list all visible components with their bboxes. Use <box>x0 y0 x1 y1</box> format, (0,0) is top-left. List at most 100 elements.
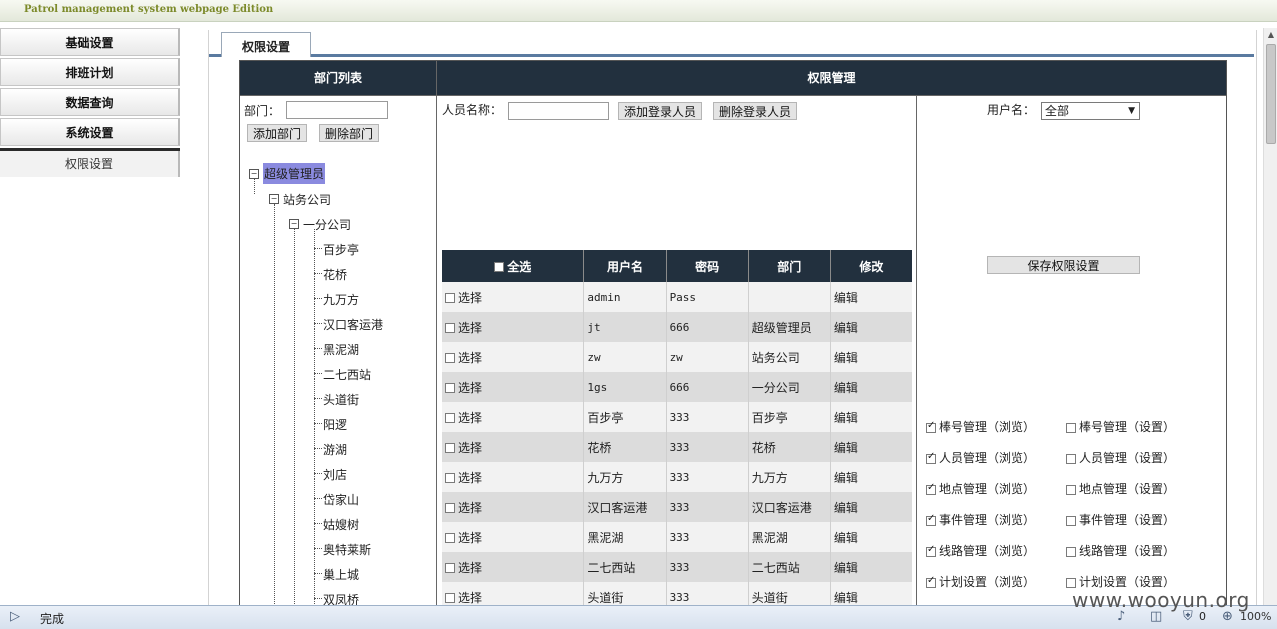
row-select-cell[interactable]: 选择 <box>442 492 585 522</box>
user-table: 全选 用户名 密码 部门 修改 选择 admin Pass 编辑 选择 jt 666 超级管理… <box>442 250 912 612</box>
perm-browse-option[interactable]: 棒号管理（浏览） <box>926 418 1035 435</box>
cell-dept: 超级管理员 <box>748 312 831 342</box>
perm-set-checkbox[interactable] <box>1066 515 1076 526</box>
table-row: 选择 zw zw 站务公司 编辑 <box>442 342 912 372</box>
row-select-checkbox[interactable] <box>445 563 455 573</box>
edit-link[interactable]: 编辑 <box>830 402 912 432</box>
edit-link[interactable]: 编辑 <box>830 432 912 462</box>
nav-sub-permission-settings[interactable]: 权限设置 <box>0 151 180 177</box>
tree-node-leaf[interactable]: 岱家山 <box>323 491 359 508</box>
nav-basic-settings[interactable]: 基础设置 <box>0 28 180 56</box>
edit-link[interactable]: 编辑 <box>830 312 912 342</box>
perm-browse-option[interactable]: 地点管理（浏览） <box>926 480 1035 497</box>
perm-set-checkbox[interactable] <box>1066 577 1076 588</box>
edit-link[interactable]: 编辑 <box>830 552 912 582</box>
row-select-checkbox[interactable] <box>445 323 455 333</box>
tree-node-leaf[interactable]: 奥特莱斯 <box>323 541 371 558</box>
tree-node-level1[interactable]: 站务公司 <box>283 191 331 208</box>
perm-set-checkbox[interactable] <box>1066 453 1076 464</box>
select-all-checkbox[interactable] <box>494 262 505 272</box>
collapse-icon[interactable]: − <box>289 219 299 229</box>
nav-system-settings[interactable]: 系统设置 <box>0 118 180 146</box>
row-select-cell[interactable]: 选择 <box>442 402 585 432</box>
row-select-checkbox[interactable] <box>445 293 455 303</box>
perm-browse-option[interactable]: 计划设置（浏览） <box>926 573 1035 590</box>
perm-browse-checkbox[interactable] <box>926 420 936 433</box>
row-select-cell[interactable]: 选择 <box>442 282 585 312</box>
row-select-cell[interactable]: 选择 <box>442 432 585 462</box>
perm-browse-checkbox[interactable] <box>926 575 936 588</box>
nav-data-query[interactable]: 数据查询 <box>0 88 180 116</box>
tree-node-leaf[interactable]: 黑泥湖 <box>323 341 359 358</box>
row-select-cell[interactable]: 选择 <box>442 342 585 372</box>
perm-browse-checkbox[interactable] <box>926 544 936 557</box>
username-select[interactable]: 全部 ▼ <box>1041 102 1140 120</box>
perm-set-option[interactable]: 人员管理（设置） <box>1066 449 1175 466</box>
nav-schedule-plan[interactable]: 排班计划 <box>0 58 180 86</box>
perm-browse-checkbox[interactable] <box>926 513 936 526</box>
perm-set-option[interactable]: 棒号管理（设置） <box>1066 418 1175 435</box>
row-select-cell[interactable]: 选择 <box>442 552 585 582</box>
tree-node-leaf[interactable]: 九万方 <box>323 291 359 308</box>
person-name-input[interactable] <box>508 102 609 120</box>
edit-link[interactable]: 编辑 <box>830 282 912 312</box>
perm-browse-option[interactable]: 人员管理（浏览） <box>926 449 1035 466</box>
scroll-up-icon[interactable]: ▲ <box>1264 28 1277 42</box>
tree-node-leaf[interactable]: 花桥 <box>323 266 347 283</box>
add-login-user-button[interactable]: 添加登录人员 <box>618 102 703 120</box>
tree-node-leaf[interactable]: 游湖 <box>323 441 347 458</box>
scroll-thumb[interactable] <box>1266 44 1276 144</box>
tree-node-level2[interactable]: 一分公司 <box>303 216 351 233</box>
row-select-cell[interactable]: 选择 <box>442 372 585 402</box>
row-select-checkbox[interactable] <box>445 353 455 363</box>
row-select-checkbox[interactable] <box>445 413 455 423</box>
tree-line <box>314 273 322 274</box>
tree-node-leaf[interactable]: 二七西站 <box>323 366 371 383</box>
perm-set-option[interactable]: 地点管理（设置） <box>1066 480 1175 497</box>
row-select-checkbox[interactable] <box>445 533 455 543</box>
tree-node-leaf[interactable]: 姑嫂树 <box>323 516 359 533</box>
row-select-checkbox[interactable] <box>445 503 455 513</box>
row-select-checkbox[interactable] <box>445 383 455 393</box>
tab-permission-settings[interactable]: 权限设置 <box>221 32 311 57</box>
delete-login-user-button[interactable]: 删除登录人员 <box>713 102 798 120</box>
col-dept: 部门 <box>748 250 831 282</box>
perm-browse-option[interactable]: 事件管理（浏览） <box>926 511 1035 528</box>
perm-set-checkbox[interactable] <box>1066 422 1076 433</box>
row-select-checkbox[interactable] <box>445 593 455 603</box>
perm-browse-option[interactable]: 线路管理（浏览） <box>926 542 1035 559</box>
tree-line <box>314 279 315 304</box>
tree-node-root[interactable]: 超级管理员 <box>263 163 326 184</box>
tree-line <box>294 229 295 621</box>
tree-node-leaf[interactable]: 刘店 <box>323 466 347 483</box>
tree-node-leaf[interactable]: 汉口客运港 <box>323 316 383 333</box>
row-select-cell[interactable]: 选择 <box>442 312 585 342</box>
perm-browse-checkbox[interactable] <box>926 482 936 495</box>
perm-set-checkbox[interactable] <box>1066 546 1076 557</box>
collapse-icon[interactable]: − <box>249 169 259 179</box>
edit-link[interactable]: 编辑 <box>830 522 912 552</box>
perm-browse-checkbox[interactable] <box>926 451 936 464</box>
perm-set-option[interactable]: 事件管理（设置） <box>1066 511 1175 528</box>
row-select-checkbox[interactable] <box>445 473 455 483</box>
edit-link[interactable]: 编辑 <box>830 462 912 492</box>
row-select-cell[interactable]: 选择 <box>442 462 585 492</box>
edit-link[interactable]: 编辑 <box>830 492 912 522</box>
perm-set-option[interactable]: 线路管理（设置） <box>1066 542 1175 559</box>
edit-link[interactable]: 编辑 <box>830 372 912 402</box>
page-scrollbar[interactable]: ▲ <box>1263 28 1277 606</box>
tree-node-leaf[interactable]: 阳逻 <box>323 416 347 433</box>
collapse-icon[interactable]: − <box>269 194 279 204</box>
cell-username: jt <box>583 312 667 342</box>
tree-line <box>314 254 315 279</box>
tree-node-leaf[interactable]: 头道街 <box>323 391 359 408</box>
perm-set-checkbox[interactable] <box>1066 484 1076 495</box>
row-select-checkbox[interactable] <box>445 443 455 453</box>
tree-node-leaf[interactable]: 百步亭 <box>323 241 359 258</box>
person-name-label: 人员名称： <box>442 103 503 117</box>
row-select-cell[interactable]: 选择 <box>442 522 585 552</box>
tree-node-leaf[interactable]: 巢上城 <box>323 566 359 583</box>
col-select-all[interactable]: 全选 <box>442 250 585 282</box>
edit-link[interactable]: 编辑 <box>830 342 912 372</box>
save-permission-button[interactable]: 保存权限设置 <box>987 256 1140 274</box>
